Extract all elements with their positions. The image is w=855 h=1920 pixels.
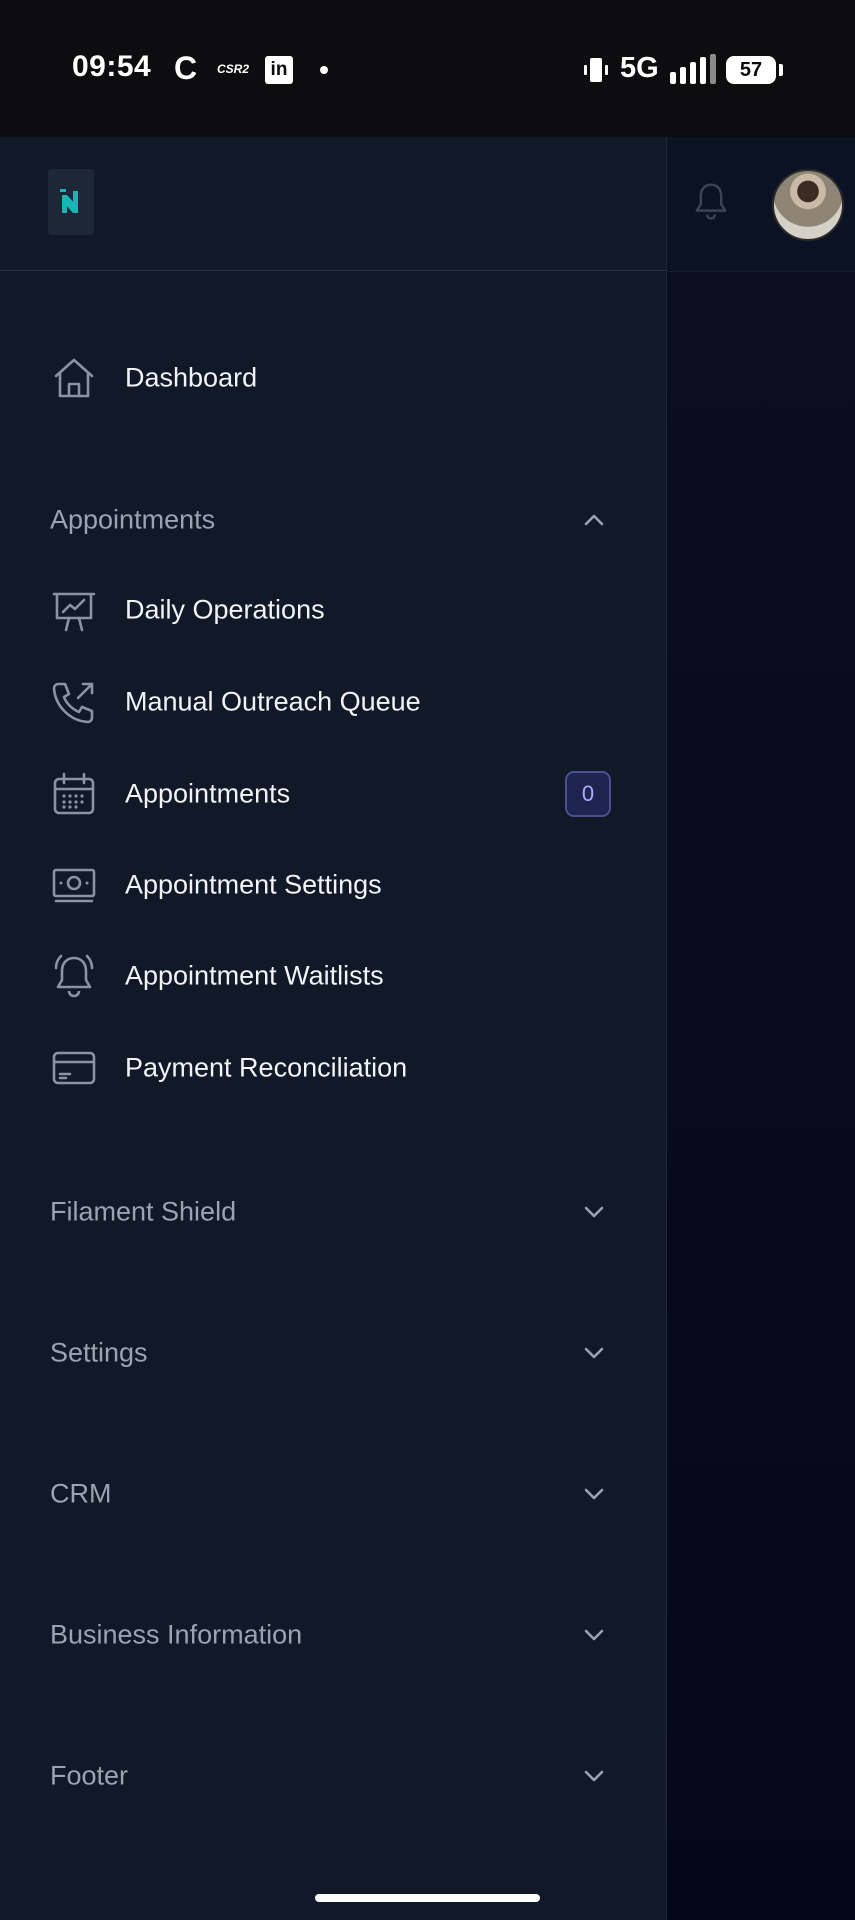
chevron-down-icon xyxy=(584,1770,604,1782)
battery-cap xyxy=(779,64,783,76)
app-csr2-icon: CSR2 xyxy=(217,62,250,76)
group-label: Business Information xyxy=(50,1619,303,1650)
notification-dot-icon xyxy=(320,66,328,74)
banknotes-icon xyxy=(52,868,96,903)
battery-icon: 57 xyxy=(726,56,776,84)
bell-alert-icon xyxy=(54,954,94,998)
group-label: Footer xyxy=(50,1760,129,1791)
sidebar-item-label: Daily Operations xyxy=(125,594,325,625)
sidebar-item-label: Appointment Waitlists xyxy=(125,960,384,991)
network-type: 5G xyxy=(620,52,659,84)
user-avatar[interactable] xyxy=(772,169,844,241)
group-label: Filament Shield xyxy=(50,1196,237,1227)
brand-logo[interactable] xyxy=(48,169,94,235)
sidebar-item-appointment-waitlists[interactable]: Appointment Waitlists xyxy=(0,936,666,1016)
status-time: 09:54 xyxy=(72,50,152,83)
sidebar-item-payment-reconciliation[interactable]: Payment Reconciliation xyxy=(0,1028,666,1108)
sidebar-item-manual-outreach-queue[interactable]: Manual Outreach Queue xyxy=(0,662,666,742)
phone-outgoing-icon xyxy=(52,682,94,724)
sidebar-item-daily-operations[interactable]: Daily Operations xyxy=(0,570,666,650)
presentation-chart-icon xyxy=(52,592,96,632)
group-label: CRM xyxy=(50,1478,112,1509)
sidebar-item-label: Appointment Settings xyxy=(125,869,382,900)
chevron-down-icon xyxy=(584,1488,604,1500)
home-icon xyxy=(54,358,94,398)
home-indicator[interactable] xyxy=(315,1894,540,1902)
group-label: Settings xyxy=(50,1337,148,1368)
sidebar-item-label: Manual Outreach Queue xyxy=(125,686,421,717)
sidebar-item-appointments[interactable]: Appointments 0 xyxy=(0,754,666,834)
calendar-icon xyxy=(53,772,95,815)
group-filament-shield[interactable]: Filament Shield xyxy=(0,1177,666,1247)
chevron-down-icon xyxy=(584,1347,604,1359)
group-settings[interactable]: Settings xyxy=(0,1318,666,1388)
chevron-up-icon xyxy=(584,514,604,526)
status-bar: 09:54 C CSR2 in 5G 57 xyxy=(0,0,855,137)
signal-icon xyxy=(670,54,716,84)
group-crm[interactable]: CRM xyxy=(0,1459,666,1529)
logo-mark-icon xyxy=(60,189,78,213)
sidebar-item-label: Payment Reconciliation xyxy=(125,1052,408,1083)
linkedin-icon: in xyxy=(265,56,293,84)
sidebar-item-label: Dashboard xyxy=(125,362,258,393)
sidebar-item-dashboard[interactable]: Dashboard xyxy=(0,338,666,418)
chevron-down-icon xyxy=(584,1206,604,1218)
group-business-information[interactable]: Business Information xyxy=(0,1600,666,1670)
credit-card-icon xyxy=(52,1051,96,1085)
count-badge: 0 xyxy=(565,771,611,817)
sidebar-header xyxy=(0,137,666,271)
group-appointments[interactable]: Appointments xyxy=(0,485,666,555)
notifications-bell-icon[interactable] xyxy=(692,180,730,224)
chevron-down-icon xyxy=(584,1629,604,1641)
group-footer[interactable]: Footer xyxy=(0,1741,666,1811)
sidebar: Dashboard Appointments Daily Operations … xyxy=(0,137,667,1920)
group-label: Appointments xyxy=(50,504,216,535)
main-content-overlay[interactable] xyxy=(666,137,855,1920)
sidebar-item-appointment-settings[interactable]: Appointment Settings xyxy=(0,845,666,925)
app-c-icon: C xyxy=(174,50,198,86)
sidebar-item-label: Appointments xyxy=(125,778,291,809)
vibrate-icon xyxy=(584,58,608,82)
